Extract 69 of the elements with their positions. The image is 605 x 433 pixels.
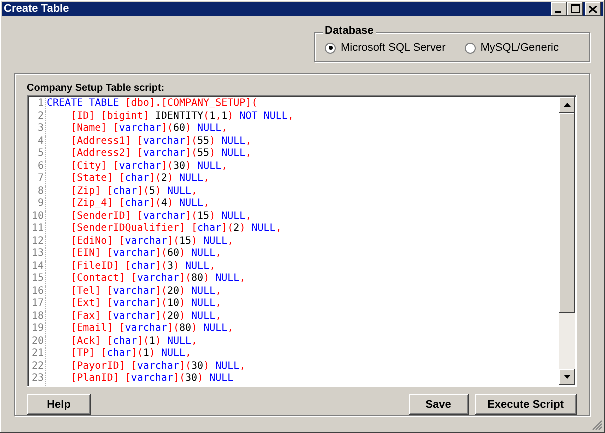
dialog-button[interactable]: Save	[408, 394, 469, 415]
line-number: 12	[28, 236, 46, 248]
radio-button[interactable]	[325, 42, 336, 54]
code-line: [Ext] [varchar](10) NULL,	[70, 298, 222, 310]
line-number: 1	[28, 98, 46, 110]
code-line: [SenderID] [varchar](15) NULL,	[70, 210, 252, 223]
code-line: [Email] [varchar](80) NULL,	[70, 323, 234, 336]
line-number: 7	[28, 173, 46, 186]
code-line: [State] [char](2) NULL,	[70, 173, 210, 186]
code-line: [Address1] [varchar](55) NULL,	[70, 136, 252, 148]
code-line: [Address2] [varchar](55) NULL,	[70, 148, 252, 160]
dialog-button[interactable]: Execute Script	[474, 394, 577, 415]
line-number: 19	[28, 323, 46, 336]
line-number: 21	[28, 348, 46, 360]
code-line: [Fax] [varchar](20) NULL,	[70, 310, 222, 323]
scroll-thumb[interactable]	[559, 113, 575, 313]
group-legend: Database	[323, 25, 376, 37]
code-line: [PayorID] [varchar](30) NULL,	[70, 360, 246, 373]
maximize-icon	[570, 4, 580, 13]
code-line: [SenderIDQualifier] [char](2) NULL,	[70, 223, 282, 236]
up-arrow-icon	[564, 103, 570, 107]
line-number: 18	[28, 310, 46, 323]
code-line: [FileID] [char](3) NULL,	[70, 260, 216, 273]
dialog-button[interactable]: Help	[27, 394, 91, 415]
line-number: 17	[28, 298, 46, 310]
panel-label: Company Setup Table script:	[27, 83, 166, 94]
code-line: [Contact] [varchar](80) NULL,	[70, 273, 246, 286]
radio-option[interactable]: Microsoft SQL Server	[325, 42, 446, 54]
line-number: 2	[28, 110, 46, 123]
scroll-up-button[interactable]	[559, 97, 575, 113]
line-number: 10	[28, 210, 46, 223]
code-line: [PlanID] [varchar](30) NULL	[70, 373, 234, 386]
maximize-button[interactable]	[567, 2, 583, 16]
code-line: [TP] [char](1) NULL,	[70, 348, 192, 360]
line-number: 4	[28, 136, 46, 148]
code-line: [Ack] [char](1) NULL,	[70, 336, 198, 348]
scroll-down-button[interactable]	[559, 369, 575, 385]
line-number: 14	[28, 260, 46, 273]
line-number: 6	[28, 160, 46, 173]
line-number: 8	[28, 186, 46, 198]
code-line: CREATE TABLE [dbo].[COMPANY_SETUP](	[47, 98, 258, 110]
code-line: [Name] [varchar](60) NULL,	[70, 123, 228, 136]
line-number: 23	[28, 373, 46, 386]
code-line: [Tel] [varchar](20) NULL,	[70, 286, 222, 298]
down-arrow-icon	[564, 375, 570, 379]
code-line: [Zip] [char](5) NULL,	[70, 186, 198, 198]
line-number: 22	[28, 360, 46, 373]
code-line: [Zip_4] [char](4) NULL,	[70, 198, 210, 210]
code-line: [City] [varchar](30) NULL,	[70, 160, 228, 173]
code-editor[interactable]	[27, 95, 577, 387]
code-line: [EIN] [varchar](60) NULL,	[70, 248, 222, 260]
code-line: [EdiNo] [varchar](15) NULL,	[70, 236, 234, 248]
window-title: Create Table	[4, 3, 70, 15]
radio-button[interactable]	[464, 42, 476, 54]
minimize-button[interactable]	[551, 2, 567, 16]
line-number: 20	[28, 336, 46, 348]
line-number: 9	[28, 198, 46, 210]
line-number: 15	[28, 273, 46, 286]
line-number: 5	[28, 148, 46, 160]
vertical-scrollbar[interactable]	[559, 97, 575, 385]
radio-option[interactable]: MySQL/Generic	[464, 42, 559, 54]
close-button[interactable]	[585, 2, 601, 16]
line-number: 11	[28, 223, 46, 236]
line-number: 13	[28, 248, 46, 260]
close-icon	[589, 6, 597, 12]
code-line: [ID] [bigint] IDENTITY(1,1) NOT NULL,	[70, 110, 294, 123]
line-number: 16	[28, 286, 46, 298]
resize-grip-icon[interactable]	[592, 420, 603, 431]
line-number: 3	[28, 123, 46, 136]
